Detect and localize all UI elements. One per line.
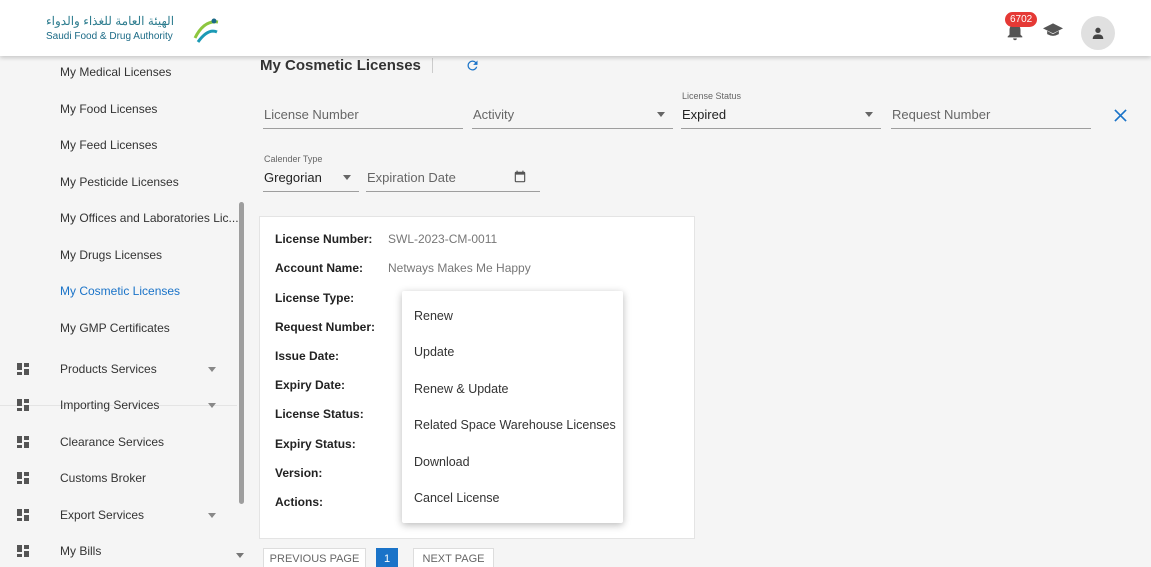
request-number-placeholder: Request Number — [892, 107, 991, 122]
logo-mark-icon — [193, 18, 219, 43]
menu-item-update[interactable]: Update — [414, 345, 454, 359]
user-avatar[interactable] — [1081, 16, 1115, 50]
scroll-down-arrow-icon[interactable] — [236, 553, 244, 558]
actions-label: Actions: — [275, 495, 323, 509]
activity-select[interactable]: Activity — [472, 89, 673, 129]
page-number-button[interactable]: 1 — [376, 548, 398, 567]
dropdown-arrow-icon — [865, 112, 873, 117]
refresh-icon[interactable] — [465, 58, 480, 73]
dashboard-icon — [17, 363, 29, 375]
sidebar-item-label: Products Services — [60, 362, 157, 376]
calendar-icon[interactable] — [513, 170, 527, 184]
sfda-logo[interactable]: الهيئة العامة للغذاء والدواء Saudi Food … — [42, 14, 222, 48]
license-number-placeholder: License Number — [264, 107, 359, 122]
dropdown-arrow-icon — [343, 175, 351, 180]
actions-menu: Renew Update Renew & Update Related Spac… — [402, 291, 623, 523]
sidebar-item-pesticide-licenses[interactable]: My Pesticide Licenses — [60, 175, 179, 189]
logo-english-text: Saudi Food & Drug Authority — [46, 31, 173, 42]
account-name-label: Account Name: — [275, 261, 364, 275]
request-number-input[interactable]: Request Number — [891, 89, 1091, 129]
dashboard-icon — [17, 509, 29, 521]
version-label: Version: — [275, 466, 323, 480]
person-icon — [1092, 27, 1104, 39]
dashboard-icon — [17, 472, 29, 484]
dashboard-icon — [17, 436, 29, 448]
activity-placeholder: Activity — [473, 107, 515, 122]
sidebar-item-products-services[interactable]: Products Services — [0, 351, 236, 387]
calendar-type-value: Gregorian — [264, 170, 322, 185]
license-status-select[interactable]: License Status Expired — [681, 89, 881, 129]
expiry-date-label: Expiry Date: — [275, 378, 346, 392]
dashboard-icon — [17, 545, 29, 557]
dropdown-arrow-icon — [657, 112, 665, 117]
sidebar-item-my-bills[interactable]: My Bills — [0, 533, 236, 567]
menu-item-renew[interactable]: Renew — [414, 309, 453, 323]
menu-item-renew-and-update[interactable]: Renew & Update — [414, 382, 509, 396]
sidebar-item-medical-licenses[interactable]: My Medical Licenses — [60, 65, 171, 79]
license-number-input[interactable]: License Number — [263, 89, 463, 129]
calendar-type-label: Calender Type — [264, 154, 323, 164]
sidebar-item-label: Customs Broker — [60, 471, 147, 485]
license-status-row-label: License Status: — [275, 407, 364, 421]
sidebar-item-drugs-licenses[interactable]: My Drugs Licenses — [60, 248, 162, 262]
license-status-value: Expired — [682, 107, 727, 122]
previous-page-button[interactable]: PREVIOUS PAGE — [263, 548, 366, 567]
dashboard-icon — [17, 399, 29, 411]
chevron-down-icon — [208, 367, 216, 372]
request-number-label: Request Number: — [275, 320, 376, 334]
clear-filters-close-icon[interactable] — [1114, 109, 1127, 122]
sidebar-item-label: My Bills — [60, 544, 102, 558]
license-number-value: SWL-2023-CM-0011 — [388, 232, 498, 246]
sidebar-item-food-licenses[interactable]: My Food Licenses — [60, 102, 157, 116]
menu-item-related-space-warehouse-licenses[interactable]: Related Space Warehouse Licenses — [414, 418, 616, 432]
sidebar-item-label: Export Services — [60, 508, 145, 522]
sidebar-item-clearance-services[interactable]: Clearance Services — [0, 424, 236, 460]
calendar-type-select[interactable]: Calender Type Gregorian — [263, 152, 359, 192]
sidebar-item-feed-licenses[interactable]: My Feed Licenses — [60, 138, 157, 152]
menu-item-download[interactable]: Download — [414, 455, 470, 469]
title-divider — [432, 58, 433, 73]
account-name-value: Netways Makes Me Happy — [388, 261, 531, 275]
sidebar-item-export-services[interactable]: Export Services — [0, 497, 236, 533]
issue-date-label: Issue Date: — [275, 349, 340, 363]
chevron-down-icon — [208, 403, 216, 408]
menu-item-cancel-license[interactable]: Cancel License — [414, 491, 499, 505]
graduation-cap-icon[interactable] — [1043, 23, 1063, 37]
sidebar-scrollbar[interactable] — [239, 202, 244, 504]
sidebar-item-customs-broker[interactable]: Customs Broker — [0, 460, 236, 496]
sidebar-item-label: Importing Services — [60, 398, 160, 412]
sidebar-item-offices-laboratories-licenses[interactable]: My Offices and Laboratories Lic... — [60, 211, 239, 225]
sidebar-item-cosmetic-licenses[interactable]: My Cosmetic Licenses — [60, 284, 180, 298]
license-status-label: License Status — [682, 91, 742, 101]
next-page-button[interactable]: NEXT PAGE — [413, 548, 494, 567]
license-type-label: License Type: — [275, 291, 355, 305]
expiry-status-label: Expiry Status: — [275, 437, 356, 451]
expiration-date-placeholder: Expiration Date — [367, 170, 456, 185]
sidebar: My Medical Licenses My Food Licenses My … — [0, 56, 239, 567]
top-bar: الهيئة العامة للغذاء والدواء Saudi Food … — [0, 0, 1151, 56]
notification-count-badge: 6702 — [1005, 12, 1038, 27]
page-title: My Cosmetic Licenses — [260, 57, 421, 74]
sidebar-item-importing-services[interactable]: Importing Services — [0, 387, 236, 423]
license-number-label: License Number: — [275, 232, 373, 246]
sidebar-item-label: Clearance Services — [60, 435, 165, 449]
logo-arabic-text: الهيئة العامة للغذاء والدواء — [46, 14, 175, 28]
sidebar-item-gmp-certificates[interactable]: My GMP Certificates — [60, 321, 170, 335]
chevron-down-icon — [208, 513, 216, 518]
